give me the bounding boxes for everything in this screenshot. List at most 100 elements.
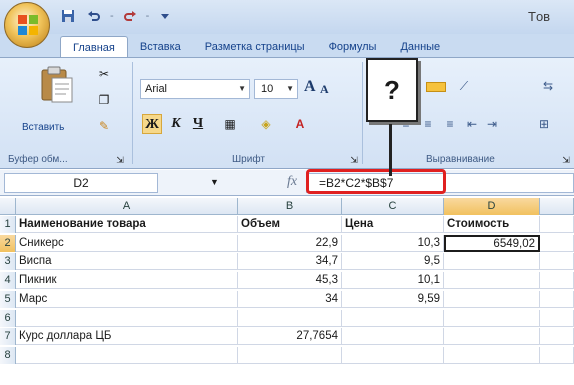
bold-button[interactable]: Ж xyxy=(142,114,162,134)
cell-b3[interactable]: 34,7 xyxy=(238,253,342,271)
cell-e7[interactable] xyxy=(540,328,574,346)
font-group-label: Шрифт xyxy=(232,154,265,165)
cell-e3[interactable] xyxy=(540,253,574,271)
cell-d3[interactable] xyxy=(444,253,540,271)
align-middle-icon[interactable] xyxy=(426,82,446,92)
cell-b4[interactable]: 45,3 xyxy=(238,272,342,290)
decrease-font-icon[interactable]: A xyxy=(320,82,329,97)
office-logo-icon xyxy=(18,15,38,35)
orientation-icon[interactable]: ⟋ xyxy=(456,78,472,94)
column-header-c[interactable]: C xyxy=(342,198,444,215)
cell-c1[interactable]: Цена xyxy=(342,216,444,233)
cell-b2[interactable]: 22,9 xyxy=(238,234,342,252)
customize-icon[interactable] xyxy=(155,6,175,26)
cell-b7[interactable]: 27,7654 xyxy=(238,328,342,346)
cell-e6[interactable] xyxy=(540,309,574,327)
cut-icon[interactable]: ✂ xyxy=(96,66,112,82)
row-header[interactable]: 2 xyxy=(0,234,16,252)
cell-e4[interactable] xyxy=(540,272,574,290)
merge-cells-icon[interactable]: ⊞ xyxy=(536,116,552,132)
cell-d8[interactable] xyxy=(444,346,540,364)
clipboard-group-label: Буфер обм... xyxy=(8,154,68,165)
cell-c2[interactable]: 10,3 xyxy=(342,234,444,252)
select-all-corner[interactable] xyxy=(0,198,16,215)
cell-e5[interactable] xyxy=(540,290,574,308)
row-header[interactable]: 5 xyxy=(0,290,16,308)
align-right-icon[interactable]: ≡ xyxy=(442,116,458,132)
insert-function-icon[interactable]: fx xyxy=(287,174,297,190)
cell-d7[interactable] xyxy=(444,328,540,346)
table-row: 4 Пикник 45,3 10,1 xyxy=(0,272,574,290)
cell-a1[interactable]: Наименование товара xyxy=(16,216,238,233)
cell-b6[interactable] xyxy=(238,309,342,327)
undo-icon[interactable] xyxy=(84,6,104,26)
cell-c8[interactable] xyxy=(342,346,444,364)
borders-icon[interactable]: ▦ xyxy=(222,116,238,132)
cell-e1[interactable] xyxy=(540,216,574,233)
cell-c6[interactable] xyxy=(342,309,444,327)
office-button[interactable] xyxy=(4,2,50,48)
paste-button-label[interactable]: Вставить xyxy=(22,122,64,133)
column-header-d[interactable]: D xyxy=(444,198,540,215)
font-size-select[interactable]: 10 ▼ xyxy=(254,79,298,99)
font-launcher-icon[interactable]: ⇲ xyxy=(346,152,362,168)
tab-page-layout[interactable]: Разметка страницы xyxy=(193,36,317,58)
alignment-launcher-icon[interactable]: ⇲ xyxy=(558,152,574,168)
tab-formulas[interactable]: Формулы xyxy=(317,36,389,58)
wrap-text-icon[interactable]: ⇆ xyxy=(540,78,556,94)
redo-icon[interactable] xyxy=(120,6,140,26)
cell-a5[interactable]: Марс xyxy=(16,290,238,308)
cell-a8[interactable] xyxy=(16,346,238,364)
cell-d5[interactable] xyxy=(444,290,540,308)
row-header[interactable]: 8 xyxy=(0,346,16,364)
name-box-dropdown-icon[interactable]: ▼ xyxy=(210,177,219,187)
cell-a6[interactable] xyxy=(16,309,238,327)
cell-c3[interactable]: 9,5 xyxy=(342,253,444,271)
row-header[interactable]: 6 xyxy=(0,309,16,327)
column-header-b[interactable]: B xyxy=(238,198,342,215)
cell-c5[interactable]: 9,59 xyxy=(342,290,444,308)
cell-e2[interactable] xyxy=(540,234,574,252)
row-header[interactable]: 3 xyxy=(0,253,16,271)
font-color-icon[interactable]: A xyxy=(292,116,308,132)
fill-color-icon[interactable]: ◈ xyxy=(258,116,274,132)
column-header-a[interactable]: A xyxy=(16,198,238,215)
align-center-icon[interactable]: ≡ xyxy=(420,116,436,132)
cell-b5[interactable]: 34 xyxy=(238,290,342,308)
row-header[interactable]: 7 xyxy=(0,328,16,346)
name-box[interactable]: D2 xyxy=(4,173,158,193)
increase-font-icon[interactable]: A xyxy=(304,78,316,96)
increase-indent-icon[interactable]: ⇥ xyxy=(484,116,500,132)
paste-icon[interactable] xyxy=(36,64,76,104)
cell-d6[interactable] xyxy=(444,309,540,327)
cell-b1[interactable]: Объем xyxy=(238,216,342,233)
save-icon[interactable] xyxy=(58,6,78,26)
tab-data[interactable]: Данные xyxy=(388,36,452,58)
cell-b8[interactable] xyxy=(238,346,342,364)
cell-a3[interactable]: Виспа xyxy=(16,253,238,271)
callout-pointer xyxy=(389,124,392,176)
tab-home[interactable]: Главная xyxy=(60,36,128,58)
font-name-select[interactable]: Arial ▼ xyxy=(140,79,250,99)
row-header[interactable]: 1 xyxy=(0,216,16,233)
italic-button[interactable]: К xyxy=(166,114,186,134)
copy-icon[interactable]: ❐ xyxy=(96,92,112,108)
cell-a7[interactable]: Курс доллара ЦБ xyxy=(16,328,238,346)
cell-a2[interactable]: Сникерс xyxy=(16,234,238,252)
cell-c4[interactable]: 10,1 xyxy=(342,272,444,290)
underline-button[interactable]: Ч xyxy=(188,114,208,134)
cell-d2[interactable]: 6549,02 xyxy=(444,234,540,252)
clipboard-launcher-icon[interactable]: ⇲ xyxy=(112,152,128,168)
cell-c7[interactable] xyxy=(342,328,444,346)
table-row: 2 Сникерс 22,9 10,3 6549,02 xyxy=(0,234,574,252)
cell-d4[interactable] xyxy=(444,272,540,290)
question-callout: ? xyxy=(366,58,418,122)
cell-e8[interactable] xyxy=(540,346,574,364)
tab-insert[interactable]: Вставка xyxy=(128,36,193,58)
format-painter-icon[interactable]: ✎ xyxy=(96,118,112,134)
decrease-indent-icon[interactable]: ⇤ xyxy=(464,116,480,132)
column-header-e[interactable] xyxy=(540,198,574,215)
cell-a4[interactable]: Пикник xyxy=(16,272,238,290)
row-header[interactable]: 4 xyxy=(0,272,16,290)
cell-d1[interactable]: Стоимость xyxy=(444,216,540,233)
